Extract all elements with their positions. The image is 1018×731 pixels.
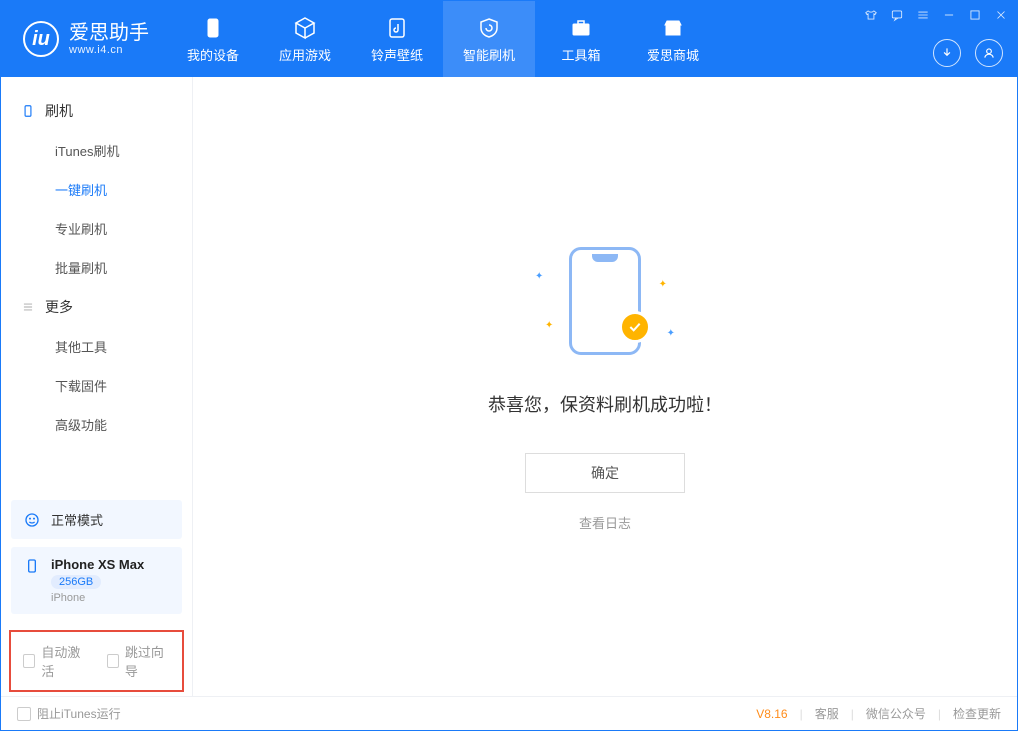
mode-normal-icon	[23, 511, 41, 529]
check-badge-icon	[619, 311, 651, 343]
sparkle-icon: ✦	[545, 320, 553, 331]
close-icon[interactable]	[993, 7, 1009, 23]
phone-icon	[200, 15, 226, 41]
user-icon[interactable]	[975, 39, 1003, 67]
group-label: 刷机	[45, 101, 73, 121]
mode-box[interactable]: 正常模式	[11, 500, 182, 539]
device-type: iPhone	[51, 592, 144, 604]
menu-icon[interactable]	[915, 7, 931, 23]
footer-right: V8.16 | 客服 | 微信公众号 | 检查更新	[756, 705, 1001, 722]
minimize-icon[interactable]	[941, 7, 957, 23]
sidebar-item-itunes-flash[interactable]: iTunes刷机	[1, 131, 192, 170]
view-log-link[interactable]: 查看日志	[579, 513, 631, 532]
shirt-icon[interactable]	[863, 7, 879, 23]
list-icon	[21, 300, 35, 314]
device-info: iPhone XS Max 256GB iPhone	[51, 557, 144, 604]
main-tabs: 我的设备 应用游戏 铃声壁纸 智能刷机 工具箱 爱思商城	[167, 1, 719, 77]
device-small-icon	[21, 104, 35, 118]
window-controls	[863, 7, 1009, 23]
checkbox-label: 阻止iTunes运行	[37, 705, 121, 722]
separator: |	[800, 707, 803, 721]
tab-apps[interactable]: 应用游戏	[259, 1, 351, 77]
checkbox-label: 自动激活	[41, 642, 86, 680]
app-window: iu 爱思助手 www.i4.cn 我的设备 应用游戏 铃声壁纸 智能刷机	[0, 0, 1018, 731]
ok-button[interactable]: 确定	[525, 453, 685, 493]
mode-label: 正常模式	[51, 510, 103, 529]
sidebar-item-advanced[interactable]: 高级功能	[1, 405, 192, 444]
check-update-link[interactable]: 检查更新	[953, 705, 1001, 722]
feedback-icon[interactable]	[889, 7, 905, 23]
sparkle-icon: ✦	[535, 271, 543, 282]
logo-icon: iu	[23, 21, 59, 57]
app-title: 爱思助手	[69, 22, 149, 44]
checkbox-auto-activate[interactable]: 自动激活	[23, 642, 87, 680]
tab-label: 智能刷机	[463, 45, 515, 64]
sidebar-item-download-firmware[interactable]: 下载固件	[1, 366, 192, 405]
tab-label: 应用游戏	[279, 45, 331, 64]
sidebar-group-flash: 刷机	[1, 91, 192, 131]
checkbox-row-highlighted: 自动激活 跳过向导	[9, 630, 184, 692]
sparkle-icon: ✦	[667, 328, 675, 339]
checkbox-block-itunes[interactable]: 阻止iTunes运行	[17, 705, 121, 722]
body: 刷机 iTunes刷机 一键刷机 专业刷机 批量刷机 更多 其他工具 下载固件 …	[1, 77, 1017, 696]
header-right-icons	[933, 39, 1003, 67]
tab-label: 工具箱	[561, 45, 600, 64]
checkbox-box-icon	[17, 707, 31, 721]
device-panel: 正常模式 iPhone XS Max 256GB iPhone	[1, 500, 192, 630]
tab-ringtones[interactable]: 铃声壁纸	[351, 1, 443, 77]
tab-label: 我的设备	[187, 45, 239, 64]
sidebar: 刷机 iTunes刷机 一键刷机 专业刷机 批量刷机 更多 其他工具 下载固件 …	[1, 77, 193, 696]
download-icon[interactable]	[933, 39, 961, 67]
logo-area: iu 爱思助手 www.i4.cn	[1, 1, 167, 77]
device-storage: 256GB	[51, 575, 101, 589]
main-content: ✦ ✦ ✦ ✦ 恭喜您，保资料刷机成功啦！ 确定 查看日志	[193, 77, 1017, 696]
header: iu 爱思助手 www.i4.cn 我的设备 应用游戏 铃声壁纸 智能刷机	[1, 1, 1017, 77]
sparkle-icon: ✦	[659, 279, 667, 290]
footer: 阻止iTunes运行 V8.16 | 客服 | 微信公众号 | 检查更新	[1, 696, 1017, 730]
support-link[interactable]: 客服	[815, 705, 839, 722]
sidebar-item-oneclick-flash[interactable]: 一键刷机	[1, 170, 192, 209]
toolbox-icon	[568, 15, 594, 41]
tab-my-device[interactable]: 我的设备	[167, 1, 259, 77]
maximize-icon[interactable]	[967, 7, 983, 23]
version-label: V8.16	[756, 707, 787, 721]
tab-smart-flash[interactable]: 智能刷机	[443, 1, 535, 77]
sidebar-item-other-tools[interactable]: 其他工具	[1, 327, 192, 366]
sidebar-item-pro-flash[interactable]: 专业刷机	[1, 209, 192, 248]
group-label: 更多	[45, 297, 73, 317]
checkbox-label: 跳过向导	[125, 642, 170, 680]
tab-toolbox[interactable]: 工具箱	[535, 1, 627, 77]
sidebar-scroll: 刷机 iTunes刷机 一键刷机 专业刷机 批量刷机 更多 其他工具 下载固件 …	[1, 77, 192, 500]
checkbox-box-icon	[107, 654, 119, 668]
checkbox-skip-guide[interactable]: 跳过向导	[107, 642, 171, 680]
wechat-link[interactable]: 微信公众号	[866, 705, 926, 722]
success-illustration: ✦ ✦ ✦ ✦	[525, 241, 685, 361]
tab-label: 爱思商城	[647, 45, 699, 64]
tab-store[interactable]: 爱思商城	[627, 1, 719, 77]
logo-text: 爱思助手 www.i4.cn	[69, 22, 149, 56]
refresh-shield-icon	[476, 15, 502, 41]
separator: |	[851, 707, 854, 721]
checkbox-box-icon	[23, 654, 35, 668]
app-subtitle: www.i4.cn	[69, 44, 149, 56]
separator: |	[938, 707, 941, 721]
success-message: 恭喜您，保资料刷机成功啦！	[488, 391, 722, 417]
music-note-icon	[384, 15, 410, 41]
tab-label: 铃声壁纸	[371, 45, 423, 64]
store-icon	[660, 15, 686, 41]
device-name: iPhone XS Max	[51, 557, 144, 572]
cube-icon	[292, 15, 318, 41]
sidebar-item-batch-flash[interactable]: 批量刷机	[1, 248, 192, 287]
device-box[interactable]: iPhone XS Max 256GB iPhone	[11, 547, 182, 614]
sidebar-group-more: 更多	[1, 287, 192, 327]
device-phone-icon	[23, 557, 41, 575]
